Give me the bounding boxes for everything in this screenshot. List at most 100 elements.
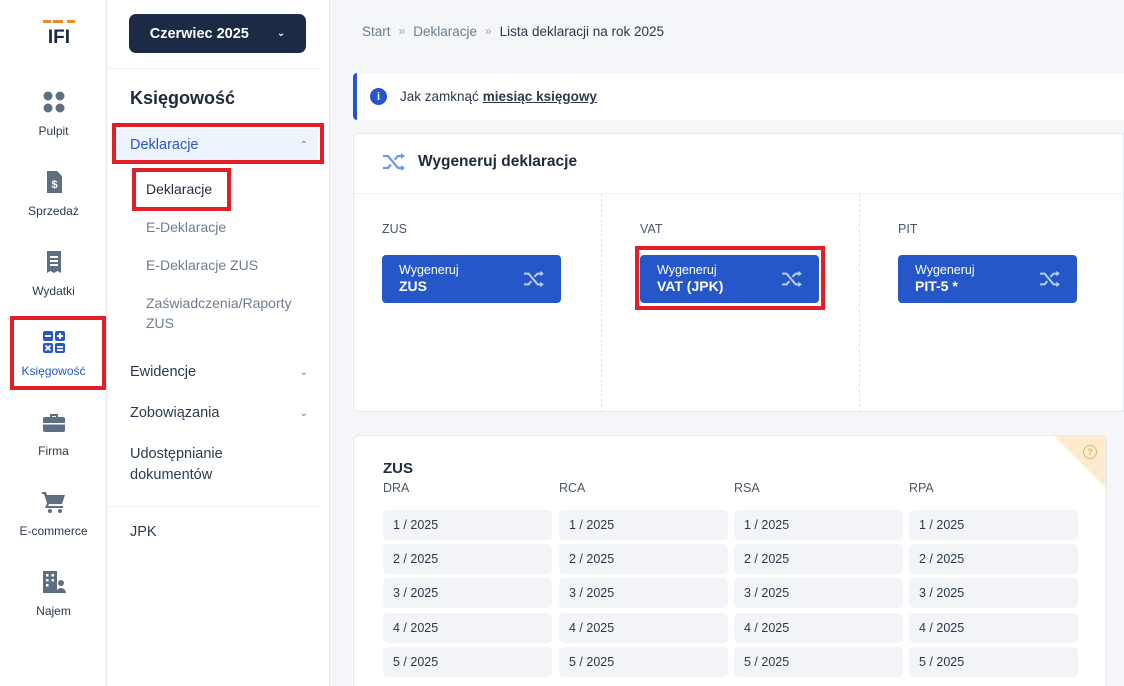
rail-label: Najem [36, 604, 71, 618]
info-banner: i Jak zamknąć miesiąc księgowy [353, 73, 1124, 120]
nav-item-e-deklaracje-zus[interactable]: E-Deklaracje ZUS [146, 255, 258, 275]
rail-label: Sprzedaż [28, 204, 79, 218]
zus-title: ZUS [383, 460, 413, 477]
rail-item-pulpit[interactable]: Pulpit [0, 90, 107, 160]
breadcrumb-current: Lista deklaracji na rok 2025 [499, 24, 665, 39]
nav-item-e-deklaracje[interactable]: E-Deklaracje [146, 217, 226, 237]
dashboard-icon [43, 91, 64, 113]
declaration-rca[interactable]: 2 / 2025 [559, 544, 728, 574]
divider [108, 506, 320, 507]
cart-icon [41, 492, 65, 513]
declaration-rpa[interactable]: 5 / 2025 [909, 647, 1078, 677]
nav-group-deklaracje[interactable]: Deklaracje ⌃ [113, 129, 318, 161]
declaration-rsa[interactable]: 3 / 2025 [734, 578, 903, 608]
column-label-zus: ZUS [382, 222, 407, 236]
column-header-rsa: RSA [734, 481, 760, 495]
chevron-down-icon: ⌄ [276, 28, 286, 39]
rail-label: Firma [38, 444, 69, 458]
nav-item-label: Udostępnianie [130, 446, 223, 462]
chevron-right-icon: » [484, 24, 492, 38]
declaration-rca[interactable]: 3 / 2025 [559, 578, 728, 608]
declaration-rsa[interactable]: 2 / 2025 [734, 544, 903, 574]
nav-item-label: Zaświadczenia/Raporty [146, 295, 292, 311]
nav-group-zobowiazania[interactable]: Zobowiązania ⌄ [113, 397, 318, 429]
declaration-rsa[interactable]: 1 / 2025 [734, 510, 903, 540]
column-divider [601, 194, 602, 412]
chevron-right-icon: » [398, 24, 406, 38]
help-icon[interactable]: ? [1083, 445, 1097, 459]
shuffle-icon [782, 270, 802, 288]
declaration-rsa[interactable]: 4 / 2025 [734, 613, 903, 643]
help-corner [1054, 436, 1106, 488]
info-link[interactable]: miesiąc księgowy [483, 89, 597, 104]
declaration-rpa[interactable]: 2 / 2025 [909, 544, 1078, 574]
divider [354, 193, 1124, 194]
declaration-rpa[interactable]: 1 / 2025 [909, 510, 1078, 540]
generate-pit-button[interactable]: Wygeneruj PIT-5 * [898, 255, 1077, 303]
nav-item-jpk[interactable]: JPK [130, 522, 157, 543]
declaration-dra[interactable]: 5 / 2025 [383, 647, 552, 677]
rail-label: Pulpit [38, 124, 69, 138]
rail-item-firma[interactable]: Firma [0, 410, 107, 480]
breadcrumb: Start » Deklaracje » Lista deklaracji na… [362, 24, 664, 39]
shuffle-icon [383, 153, 405, 171]
rail-item-sprzedaz[interactable]: $ Sprzedaż [0, 170, 107, 240]
info-text: Jak zamknąć [400, 89, 479, 104]
nav-item-zaswiadczenia[interactable]: Zaświadczenia/Raporty ZUS [146, 293, 292, 333]
generate-vat-button[interactable]: Wygeneruj VAT (JPK) [640, 255, 819, 303]
declaration-rca[interactable]: 5 / 2025 [559, 647, 728, 677]
nav-item-label: dokumentów [130, 467, 213, 483]
generate-card: Wygeneruj deklaracje ZUS Wygeneruj ZUS V… [353, 133, 1124, 412]
column-divider [859, 194, 860, 412]
section-title: Księgowość [130, 88, 236, 108]
zus-declarations-card: ? ZUS DRA RCA RSA RPA 1 / 2025 1 / 2025 … [353, 435, 1107, 686]
briefcase-icon [42, 414, 65, 432]
generate-header: Wygeneruj deklaracje [382, 152, 577, 172]
generate-title: Wygeneruj deklaracje [418, 153, 578, 170]
column-header-dra: DRA [383, 481, 410, 495]
divider [108, 68, 320, 69]
declaration-rsa[interactable]: 5 / 2025 [734, 647, 903, 677]
declaration-dra[interactable]: 4 / 2025 [383, 613, 552, 643]
declaration-rpa[interactable]: 4 / 2025 [909, 613, 1078, 643]
column-label-vat: VAT [640, 222, 663, 236]
ifirma-logo[interactable]: IFI [43, 20, 75, 48]
rail-item-ksiegowosc[interactable]: Księgowość [0, 330, 107, 400]
rail-item-najem[interactable]: Najem [0, 570, 107, 640]
declaration-rca[interactable]: 1 / 2025 [559, 510, 728, 540]
declaration-rca[interactable]: 4 / 2025 [559, 613, 728, 643]
rail-item-wydatki[interactable]: Wydatki [0, 250, 107, 320]
shuffle-icon [524, 270, 544, 288]
declaration-dra[interactable]: 1 / 2025 [383, 510, 552, 540]
rail-label: Księgowość [21, 364, 86, 378]
column-label-pit: PIT [898, 222, 918, 236]
nav-group-label: Deklaracje [130, 137, 199, 153]
invoice-icon: $ [46, 171, 62, 193]
nav-item-label: ZUS [146, 315, 174, 331]
chevron-down-icon: ⌄ [299, 407, 308, 419]
chevron-down-icon: ⌄ [299, 366, 308, 378]
generate-zus-button[interactable]: Wygeneruj ZUS [382, 255, 561, 303]
icon-rail: IFI Pulpit $ Sprzedaż Wydatki Księgowość… [0, 0, 107, 686]
nav-group-label: Zobowiązania [130, 405, 220, 421]
svg-text:$: $ [51, 179, 57, 191]
column-header-rpa: RPA [909, 481, 934, 495]
declaration-dra[interactable]: 2 / 2025 [383, 544, 552, 574]
declaration-rpa[interactable]: 3 / 2025 [909, 578, 1078, 608]
rail-item-ecommerce[interactable]: E-commerce [0, 490, 107, 560]
month-label: Czerwiec 2025 [149, 25, 249, 42]
svg-text:IFI: IFI [48, 27, 70, 48]
breadcrumb-start[interactable]: Start [362, 24, 391, 39]
breadcrumb-deklaracje[interactable]: Deklaracje [413, 24, 477, 39]
calculator-icon [42, 331, 65, 353]
rail-label: E-commerce [19, 524, 88, 538]
nav-item-udostepnianie[interactable]: Udostępnianie dokumentów [130, 444, 223, 486]
info-icon: i [370, 88, 387, 105]
month-selector[interactable]: Czerwiec 2025 ⌄ [129, 14, 306, 53]
receipt-icon [46, 251, 61, 273]
nav-item-deklaracje[interactable]: Deklaracje [146, 179, 212, 199]
chevron-up-icon: ⌃ [299, 139, 308, 151]
declaration-dra[interactable]: 3 / 2025 [383, 578, 552, 608]
nav-group-ewidencje[interactable]: Ewidencje ⌄ [113, 356, 318, 388]
sub-navigation: Czerwiec 2025 ⌄ Księgowość Deklaracje ⌃ … [108, 0, 330, 686]
